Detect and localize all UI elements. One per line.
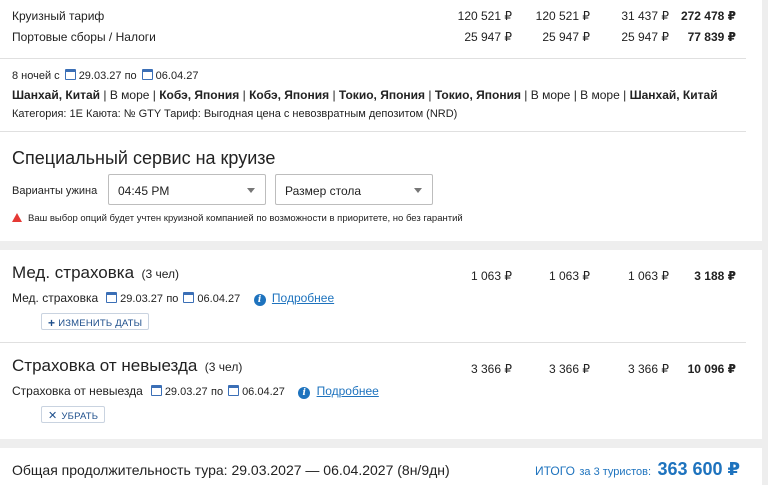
table-size-select[interactable]: Размер стола [275,174,433,205]
port-fees-price-2: 25 947 ₽ [542,30,590,44]
cancel-price-1: 3 366 ₽ [471,362,512,376]
calendar-icon [64,69,76,80]
med-insurance-heading: Мед. страховка (3 чел) [12,263,179,283]
remove-label: УБРАТЬ [61,411,99,422]
close-icon: ✕ [48,410,58,422]
total-label: ИТОГО [535,464,575,478]
route-segment: Кобэ, Япония [159,88,240,102]
route-segment: | [425,88,435,102]
divider [0,58,746,59]
med-date-by: по [166,293,179,305]
cancel-insurance-dates: Страховка от невыезда 29.03.27 по 06.04.27… [12,384,379,399]
route-segment: | [100,88,110,102]
med-price-1: 1 063 ₽ [471,269,512,283]
cancel-more-link[interactable]: Подробнее [317,384,379,398]
route-segment: Шанхай, Китай [12,88,101,102]
route-segment: В море [530,88,571,102]
info-icon: i [253,294,266,306]
cancel-date-from: 29.03.27 [164,386,208,398]
cancel-date-to: 06.04.27 [242,386,285,398]
change-dates-label: ИЗМЕНИТЬ ДАТЫ [58,318,143,329]
cancel-insurance-heading: Страховка от невыезда (3 чел) [12,356,242,376]
med-date-to: 06.04.27 [197,293,241,305]
cruise-card: Круизный тариф 120 521 ₽ 120 521 ₽ 31 43… [0,0,762,241]
port-fees-total: 77 839 ₽ [687,30,736,44]
warning-text: Ваш выбор опций будет учтен круизной ком… [28,213,463,224]
tariff-price-1: 120 521 ₽ [457,9,512,23]
calendar-icon [106,292,118,303]
tour-duration: Общая продолжительность тура: 29.03.2027… [12,462,450,478]
route-segment: | [149,88,160,102]
cruise-dates: 8 ночей с 29.03.27 по 06.04.27 [12,69,198,82]
med-insurance-dates: Мед. страховка 29.03.27 по 06.04.27 i Подр… [12,291,334,306]
table-size-select-value: Размер стола [285,184,362,198]
cancel-insurance-title: Страховка от невыезда [12,356,198,375]
cancel-date-by: по [210,386,224,398]
remove-button[interactable]: ✕ УБРАТЬ [41,406,106,423]
route-segment: | [520,88,531,102]
route-segment: В море [580,88,620,102]
cabin-details: Категория: 1E Каюта: № GTY Тариф: Выгодн… [12,108,458,120]
cancel-sub-label: Страховка от невыезда [12,384,143,398]
divider [0,131,746,132]
special-service-title: Специальный сервис на круизе [12,148,276,168]
info-icon: i [298,387,311,399]
route-segment: | [239,88,250,102]
tariff-price-2: 120 521 ₽ [535,9,590,23]
cancel-price-3: 3 366 ₽ [628,362,669,376]
med-price-3: 1 063 ₽ [628,269,669,283]
calendar-icon [183,292,195,303]
summary-bar: Общая продолжительность тура: 29.03.2027… [0,448,762,485]
dinner-select-value: 04:45 PM [118,184,170,198]
plus-icon: + [48,316,56,330]
med-more-link[interactable]: Подробнее [272,291,334,305]
med-insurance-title: Мед. страховка [12,263,135,282]
cancel-insurance-people: (3 чел) [204,360,243,374]
port-fees-price-3: 25 947 ₽ [621,30,669,44]
route-segment: В море [109,88,150,102]
date-to: 06.04.27 [155,70,199,82]
dinner-select[interactable]: 04:45 PM [108,174,266,205]
total-value: 363 600 ₽ [657,459,741,479]
route-segment: | [329,88,339,102]
route-segment: | [619,88,630,102]
insurance-card: Мед. страховка (3 чел) 1 063 ₽ 1 063 ₽ 1… [0,250,762,439]
med-total: 3 188 ₽ [694,269,736,283]
cruise-route: Шанхай, Китай | В море | Кобэ, Япония | … [12,88,718,102]
route-segment: Токио, Япония [338,88,426,102]
route-segment: | [570,88,581,102]
route-segment: Токио, Япония [434,88,521,102]
change-dates-button[interactable]: + ИЗМЕНИТЬ ДАТЫ [41,313,150,330]
med-price-2: 1 063 ₽ [549,269,590,283]
route-segment: Кобэ, Япония [249,88,330,102]
chevron-down-icon [414,188,422,193]
warning-icon [12,213,22,222]
med-sub-label: Мед. страховка [12,291,99,305]
date-from: 29.03.27 [78,70,122,82]
cancel-total: 10 096 ₽ [687,362,736,376]
tariff-price-3: 31 437 ₽ [621,9,669,23]
med-insurance-people: (3 чел) [141,267,180,281]
port-fees-label: Портовые сборы / Налоги [12,30,156,44]
cancel-price-2: 3 366 ₽ [549,362,590,376]
nights-label: 8 ночей с [12,70,60,82]
warning-note: Ваш выбор опций будет учтен круизной ком… [12,213,463,224]
divider [0,342,746,343]
route-segment: Шанхай, Китай [629,88,718,102]
tariff-label: Круизный тариф [12,9,105,23]
tariff-total: 272 478 ₽ [680,9,736,23]
total-suffix: за 3 туристов: [579,466,651,478]
calendar-icon [150,385,162,396]
port-fees-price-1: 25 947 ₽ [464,30,512,44]
date-by: по [124,70,137,82]
calendar-icon [141,69,153,80]
calendar-icon [228,385,240,396]
med-date-from: 29.03.27 [120,293,163,305]
chevron-down-icon [247,188,255,193]
dinner-label: Варианты ужина [12,185,98,197]
total-block: ИТОГО за 3 туристов: 363 600 ₽ [535,459,740,480]
